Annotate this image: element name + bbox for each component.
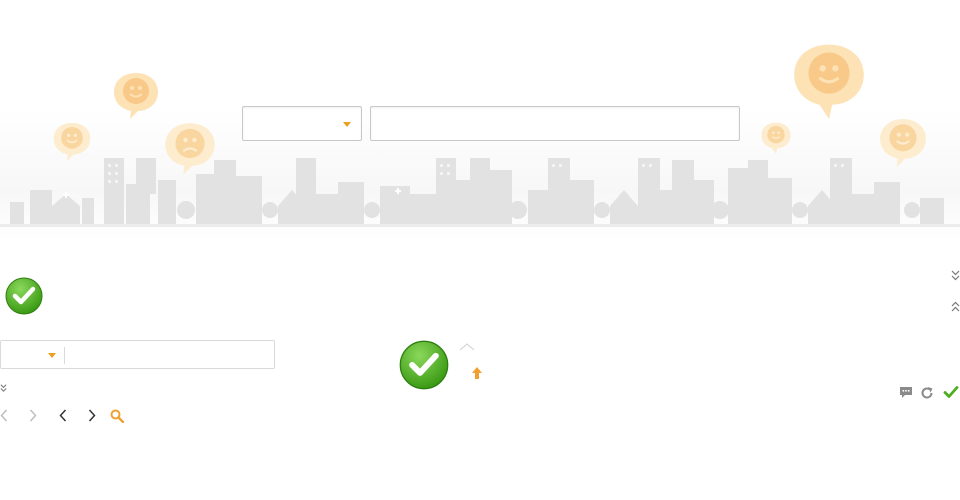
double-chevron-down-icon[interactable] [0, 380, 7, 398]
arrow-up-icon[interactable] [471, 366, 483, 385]
chevron-right-icon[interactable] [29, 409, 37, 427]
check-icon[interactable] [943, 385, 959, 404]
smile-bubble-icon [52, 121, 92, 163]
double-chevron-down-icon[interactable] [951, 269, 960, 287]
chevron-up-icon[interactable] [459, 339, 475, 357]
mini-search-bar [0, 340, 275, 369]
smile-bubble-icon [760, 121, 792, 155]
mini-search-input[interactable] [67, 343, 271, 368]
check-circle-icon [399, 340, 449, 395]
chevron-down-icon [343, 122, 351, 127]
chevron-left-icon[interactable] [59, 409, 67, 427]
search-input[interactable] [370, 106, 740, 141]
chevron-right-icon[interactable] [88, 409, 96, 427]
mini-category-select[interactable] [1, 341, 64, 368]
comment-icon[interactable] [899, 386, 913, 404]
city-skyline-illustration [0, 158, 960, 227]
check-circle-icon [5, 277, 43, 320]
smile-bubble-icon [112, 71, 160, 121]
divider [64, 347, 65, 364]
smile-bubble-icon [878, 117, 928, 169]
chevron-down-icon [48, 353, 56, 358]
category-select[interactable] [242, 106, 362, 141]
smile-bubble-icon [791, 40, 867, 122]
double-chevron-up-icon[interactable] [951, 300, 960, 318]
chevron-left-icon[interactable] [0, 409, 8, 427]
sad-bubble-icon [163, 121, 217, 177]
refresh-icon[interactable] [920, 386, 934, 405]
search-icon[interactable] [110, 409, 125, 428]
